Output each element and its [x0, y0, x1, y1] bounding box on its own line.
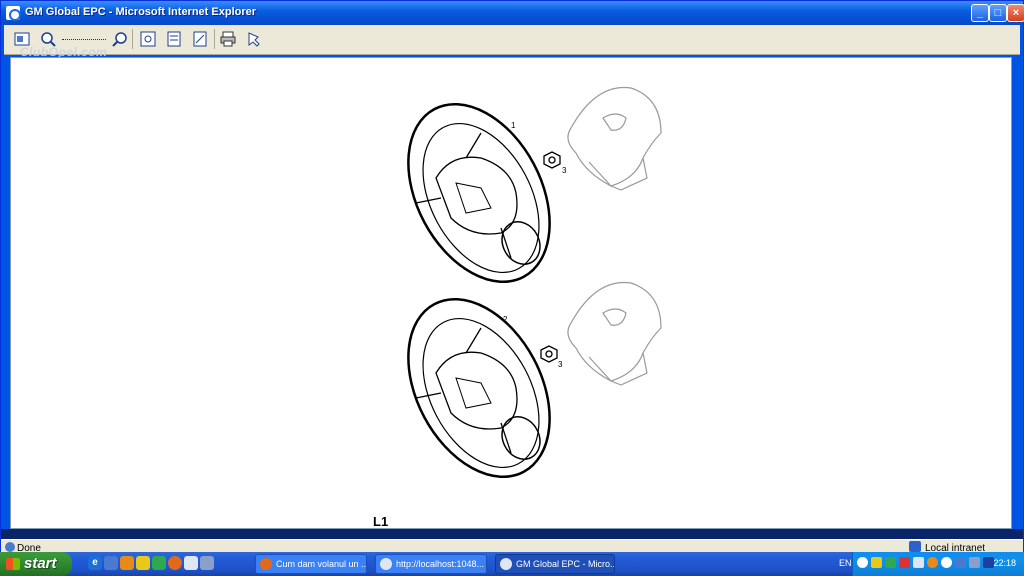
- shield-tray-icon[interactable]: [871, 557, 882, 568]
- task-label: Cum dam volanul un ...: [276, 559, 367, 569]
- diagram-label: L1: [373, 514, 389, 529]
- volume-tray-icon[interactable]: [955, 557, 966, 568]
- app-tray-icon[interactable]: [885, 557, 896, 568]
- display-tray-icon[interactable]: [969, 557, 980, 568]
- page-done-icon: [5, 542, 15, 552]
- taskbar-item-firefox[interactable]: Cum dam volanul un ...: [255, 554, 367, 574]
- app-quicklaunch-icon[interactable]: [120, 556, 134, 570]
- minimize-button[interactable]: _: [971, 4, 989, 22]
- maximize-button[interactable]: □: [989, 4, 1007, 22]
- browser-window: GM Global EPC - Microsoft Internet Explo…: [0, 0, 1024, 554]
- firefox-icon: [260, 558, 272, 570]
- steering-wheel-1: [407, 102, 551, 284]
- disk-quicklaunch-icon[interactable]: [200, 556, 214, 570]
- globe-tray-icon[interactable]: [941, 557, 952, 568]
- language-indicator[interactable]: EN: [839, 558, 852, 568]
- ie-icon: [500, 558, 512, 570]
- monitor-tray-icon[interactable]: [913, 557, 924, 568]
- messenger-quicklaunch-icon[interactable]: [136, 556, 150, 570]
- close-button[interactable]: ×: [1007, 4, 1024, 22]
- task-label: GM Global EPC - Micro...: [516, 559, 615, 569]
- airbag-cover-1: [567, 86, 662, 191]
- callout-3a: 3: [562, 166, 567, 175]
- editor-quicklaunch-icon[interactable]: [152, 556, 166, 570]
- document-quicklaunch-icon[interactable]: [184, 556, 198, 570]
- start-button[interactable]: start: [0, 552, 72, 576]
- network-tray-icon[interactable]: [857, 557, 868, 568]
- title-bar[interactable]: GM Global EPC - Microsoft Internet Explo…: [1, 1, 1024, 25]
- ie-icon: [380, 558, 392, 570]
- clock[interactable]: 22:18: [993, 558, 1016, 568]
- taskbar: start e Cum dam volanul un ... http://lo…: [0, 552, 1024, 576]
- airbag-cover-2: [567, 281, 662, 386]
- nut-2: [540, 345, 558, 363]
- firefox-quicklaunch-icon[interactable]: [168, 556, 182, 570]
- ie-quicklaunch-icon[interactable]: e: [88, 556, 102, 570]
- status-bar: Done Local intranet: [1, 539, 1023, 554]
- zoom-slider[interactable]: [62, 39, 106, 41]
- ie-app-icon: [6, 6, 21, 21]
- intranet-zone-icon: [909, 541, 921, 552]
- viewer-footer-band: [1, 529, 1023, 539]
- toolbar-separator: [132, 29, 133, 49]
- windows-flag-icon: [6, 558, 20, 570]
- callout-1: 1: [511, 121, 516, 130]
- find-icon[interactable]: [164, 29, 184, 49]
- toolbar: ClubOpel.com: [4, 25, 1020, 59]
- update-tray-icon[interactable]: [927, 557, 938, 568]
- steering-wheel-2: [407, 297, 551, 479]
- bluetooth-tray-icon[interactable]: [983, 557, 994, 568]
- print-icon[interactable]: [218, 29, 238, 49]
- taskbar-item-localhost[interactable]: http://localhost:1048...: [375, 554, 487, 574]
- antivirus-tray-icon[interactable]: [899, 557, 910, 568]
- task-label: http://localhost:1048...: [396, 559, 485, 569]
- system-tray: EN 22:18: [839, 552, 1024, 576]
- callout-3b: 3: [558, 360, 563, 369]
- start-label: start: [24, 555, 57, 572]
- taskbar-item-epc[interactable]: GM Global EPC - Micro...: [495, 554, 615, 574]
- zoom-in-icon[interactable]: [110, 29, 130, 49]
- callout-2: 2: [503, 315, 508, 324]
- desktop-quicklaunch-icon[interactable]: [104, 556, 118, 570]
- diagram-viewport[interactable]: 1 3 2 3 L1: [10, 57, 1012, 529]
- fit-page-icon[interactable]: [138, 29, 158, 49]
- toolbar-separator: [214, 29, 215, 49]
- select-icon[interactable]: [244, 29, 264, 49]
- parts-diagram: 1 3 2 3: [407, 86, 662, 479]
- nut-1: [543, 151, 561, 169]
- notes-icon[interactable]: [190, 29, 210, 49]
- window-title: GM Global EPC - Microsoft Internet Explo…: [25, 6, 257, 18]
